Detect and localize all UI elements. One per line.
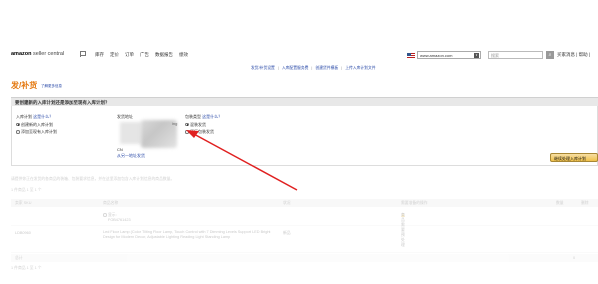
search-button[interactable]: ⌕ — [546, 51, 554, 59]
footer-total-value: 0 — [573, 256, 576, 260]
plan-label: 入库计划 — [16, 114, 32, 119]
search-input[interactable]: 搜索 — [488, 51, 543, 59]
radio-mixed-packing[interactable]: 混装发货 — [185, 122, 222, 128]
radio-selected-icon[interactable] — [16, 122, 20, 127]
nav-advertising[interactable]: 广告 — [140, 52, 149, 58]
plan-label-row: 入库计划 这是什么？ — [16, 114, 57, 120]
row-sku: LDB0960 — [15, 231, 31, 235]
sublink-templates[interactable]: 创建货件模板 — [315, 66, 338, 70]
nav-orders[interactable]: 订单 — [125, 52, 134, 58]
address-suffix: ing — [172, 121, 178, 126]
col-title: 商品名称 — [103, 201, 119, 205]
row-title[interactable]: Led Floor Lamp (Color Tilting Floor Lamp… — [103, 230, 273, 240]
sublink-upload[interactable]: 上传入库计划文件 — [345, 66, 375, 70]
radio-unselected-icon[interactable] — [185, 130, 189, 134]
plan-panel — [11, 106, 598, 166]
option-mixed-label: 混装发货 — [190, 121, 206, 127]
marketplace-value: www.amazon.com — [420, 53, 453, 58]
question-header: 要创建新的入库计划还是添加至现有入库计划？ — [11, 97, 598, 106]
option-existing-label: 添加至现有入库计划 — [21, 129, 57, 134]
plan-section: 入库计划 这是什么？ 创建新的入库计划 添加至现有入库计划 — [16, 114, 57, 135]
radio-original-packing[interactable]: 原厂包装发货 — [185, 129, 222, 135]
sublink-fee[interactable]: 入库配置服务费 — [282, 66, 309, 70]
address-label: 发货地址 — [117, 114, 133, 119]
nav-pricing[interactable]: 定价 — [110, 52, 119, 58]
footer-total: 总计 — [15, 256, 23, 260]
row-condition: 新品 — [283, 231, 291, 235]
packing-section: 包装类型 这是什么？ 混装发货 原厂包装发货 — [185, 114, 222, 135]
radio-create-new-plan[interactable]: 创建新的入库计划 — [16, 122, 57, 128]
chevron-down-icon: ▾ — [474, 53, 479, 58]
radio-selected-icon[interactable] — [185, 122, 189, 127]
continue-plan-button[interactable]: 继续处理入库计划 — [550, 153, 598, 162]
sub-links: 发货/补货设置 | 入库配置服务费 | 创建货件模板 | 上传入库计划文件 — [251, 66, 376, 70]
blurred-address — [120, 122, 142, 144]
us-flag-icon — [407, 53, 415, 58]
marketplace-select[interactable]: www.amazon.com ▾ — [417, 51, 481, 59]
col-quantity: 数量 — [556, 201, 564, 205]
main-nav: 库存 定价 订单 广告 数据报告 绩效 — [95, 52, 188, 58]
col-sku: 卖家 SKU — [15, 201, 32, 205]
row-a-text: 显示: FOB4761423 — [103, 213, 131, 222]
option-original-label: 原厂包装发货 — [190, 129, 214, 134]
logo-sub-text: seller central — [31, 51, 65, 57]
top-bar: amazon seller central 库存 定价 订单 广告 数据报告 绩… — [0, 0, 598, 62]
packing-note: 请提供你正在发货的各商品的装箱、包装要求信息，并在这里添加包含入库计划信息的商品… — [11, 177, 175, 181]
header-links[interactable]: 买家消息 | 帮助 | — [557, 52, 590, 58]
table-row: 显示: FOB4761423 商品需要预处理 — [11, 208, 598, 247]
radio-unselected-icon[interactable] — [16, 130, 20, 134]
flag-icon[interactable] — [80, 51, 86, 57]
packing-label: 包装类型 — [185, 114, 201, 119]
table-header: 卖家 SKU 商品名称 状况 需要准备的操作 数量 删除 — [11, 199, 598, 207]
nav-inventory[interactable]: 库存 — [95, 52, 104, 58]
address-country: CN — [117, 147, 123, 152]
sublink-settings[interactable]: 发货/补货设置 — [251, 66, 275, 70]
packing-label-row: 包装类型 这是什么？ — [185, 114, 222, 120]
packing-help-link[interactable]: 这是什么？ — [202, 114, 222, 119]
table-row: LDB0960 Led Floor Lamp (Color Tilting Fl… — [11, 227, 598, 253]
item-count-bottom: 1 件商品 1 至 1 个 — [11, 266, 42, 270]
search-icon: ⌕ — [548, 52, 552, 58]
table-footer: 总计 0 — [11, 254, 598, 262]
plan-help-link[interactable]: 这是什么？ — [33, 114, 53, 119]
radio-add-existing-plan[interactable]: 添加至现有入库计划 — [16, 129, 57, 135]
checkbox-icon[interactable] — [103, 213, 107, 217]
item-count-top: 1 件商品 1 至 1 个 — [11, 188, 42, 192]
col-delete: 删除 — [581, 201, 589, 205]
page-title: 发/补货 — [11, 81, 38, 90]
row-a-label: 显示: FOB4761423 — [108, 213, 131, 222]
nav-reports[interactable]: 数据报告 — [155, 52, 173, 58]
more-info-link[interactable]: 了解更多信息 — [41, 84, 62, 89]
col-condition: 状况 — [283, 201, 291, 205]
logo-main-text: amazon — [11, 51, 32, 57]
col-prep: 需要准备的操作 — [401, 201, 428, 205]
nav-performance[interactable]: 绩效 — [179, 52, 188, 58]
amazon-seller-central-logo[interactable]: amazon seller central — [11, 51, 64, 57]
option-new-label: 创建新的入库计划 — [21, 121, 53, 127]
ship-from-another-address-link[interactable]: 从另一地址发货 — [117, 153, 145, 159]
